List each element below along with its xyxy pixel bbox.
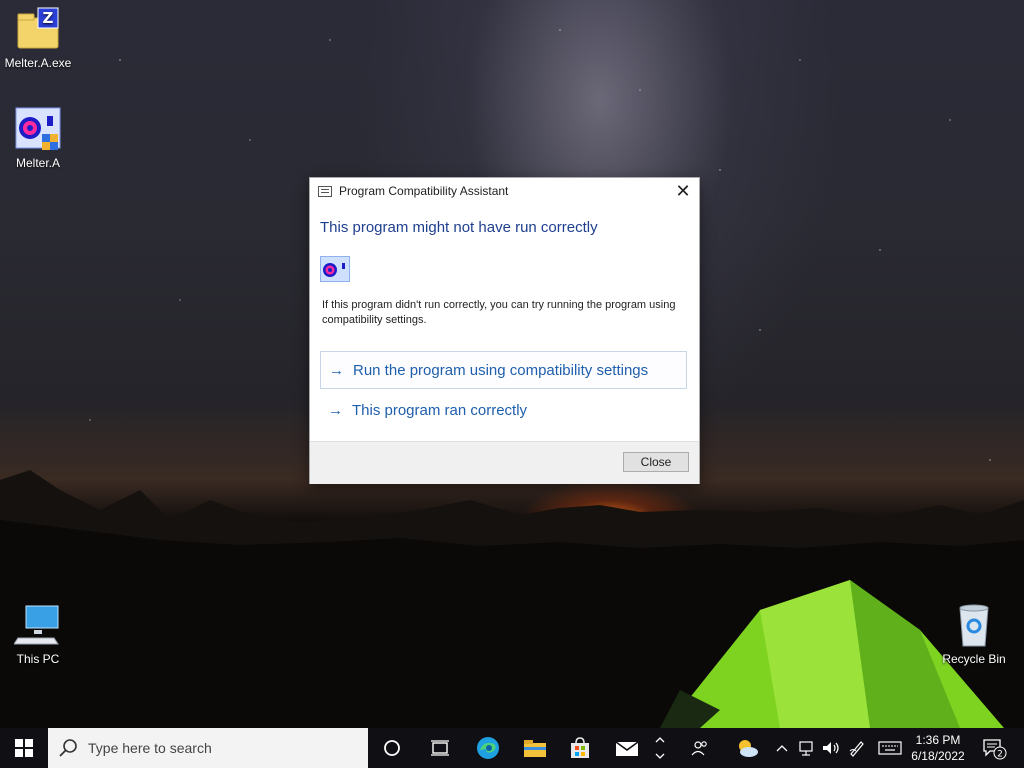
task-view-icon: [431, 740, 449, 756]
desktop-icon-label: This PC: [16, 652, 60, 666]
mail-icon: [615, 741, 639, 756]
dialog-heading: This program might not have run correctl…: [320, 219, 598, 236]
mail-button[interactable]: [605, 728, 649, 768]
compatibility-assistant-dialog: Program Compatibility Assistant ✕ This p…: [309, 177, 700, 484]
file-explorer-icon: [524, 740, 546, 757]
desktop-icon-label: Melter.A.exe: [4, 56, 72, 70]
chevron-up-icon[interactable]: [774, 728, 790, 768]
desktop-icon-label: Melter.A: [15, 156, 60, 170]
taskbar-overflow-button[interactable]: [650, 728, 670, 768]
link-label: Run the program using compatibility sett…: [353, 362, 649, 379]
action-center-button[interactable]: 2: [980, 728, 1010, 768]
cortana-icon: [384, 740, 400, 756]
dialog-title: Program Compatibility Assistant: [339, 184, 509, 198]
link-label: This program ran correctly: [352, 402, 528, 419]
windows-logo-icon: [15, 739, 33, 757]
taskbar: Type here to search 1:36 PM 6/18/2022 2: [0, 728, 1024, 768]
network-icon[interactable]: [796, 728, 818, 768]
window-icon: [318, 186, 332, 197]
program-ran-correctly-link[interactable]: → This program ran correctly: [320, 392, 687, 430]
task-view-button[interactable]: [418, 728, 462, 768]
close-icon[interactable]: ✕: [671, 180, 695, 204]
search-placeholder: Type here to search: [88, 740, 212, 756]
desktop-icon-melter[interactable]: Melter.A: [0, 106, 76, 171]
edge-icon: [477, 737, 499, 759]
clock[interactable]: 1:36 PM 6/18/2022: [900, 732, 976, 764]
store-icon: [571, 737, 589, 758]
chevron-up-down-icon: [655, 737, 665, 759]
desktop-icon-label: Recycle Bin: [942, 652, 1006, 666]
store-button[interactable]: [558, 728, 602, 768]
start-button[interactable]: [2, 728, 46, 768]
close-button[interactable]: Close: [623, 452, 689, 472]
search-input[interactable]: Type here to search: [48, 728, 368, 768]
search-icon: [59, 739, 77, 757]
desktop-icon-melter-exe[interactable]: Z Melter.A.exe: [0, 6, 76, 71]
zip-folder-icon: Z: [14, 6, 62, 54]
pen-icon[interactable]: [846, 728, 868, 768]
program-icon: [320, 256, 350, 282]
computer-icon: [13, 602, 62, 650]
cortana-button[interactable]: [370, 728, 414, 768]
weather-icon[interactable]: [732, 728, 762, 768]
desktop-icon-recycle-bin[interactable]: Recycle Bin: [936, 602, 1012, 667]
notification-icon: 2: [983, 739, 1007, 760]
volume-icon[interactable]: [820, 728, 842, 768]
dialog-footer: Close: [310, 441, 699, 484]
dialog-titlebar[interactable]: Program Compatibility Assistant ✕: [310, 178, 699, 206]
desktop-icon-this-pc[interactable]: This PC: [0, 602, 76, 667]
people-icon[interactable]: [686, 728, 714, 768]
edge-button[interactable]: [466, 728, 510, 768]
file-explorer-button[interactable]: [513, 728, 557, 768]
arrow-right-icon: →: [328, 402, 343, 419]
arrow-right-icon: →: [329, 362, 344, 379]
dialog-description: If this program didn't run correctly, yo…: [322, 299, 676, 326]
melter-app-icon: [14, 106, 62, 154]
desktop: Z Melter.A.exe Melter.A This PC Recycle …: [0, 0, 1024, 728]
notification-count: 2: [997, 750, 1003, 760]
recycle-bin-icon: [950, 602, 998, 650]
svg-text:Z: Z: [43, 9, 54, 27]
run-compatibility-settings-link[interactable]: → Run the program using compatibility se…: [320, 351, 687, 389]
clock-time: 1:36 PM: [915, 733, 961, 747]
clock-date: 6/18/2022: [911, 749, 965, 763]
